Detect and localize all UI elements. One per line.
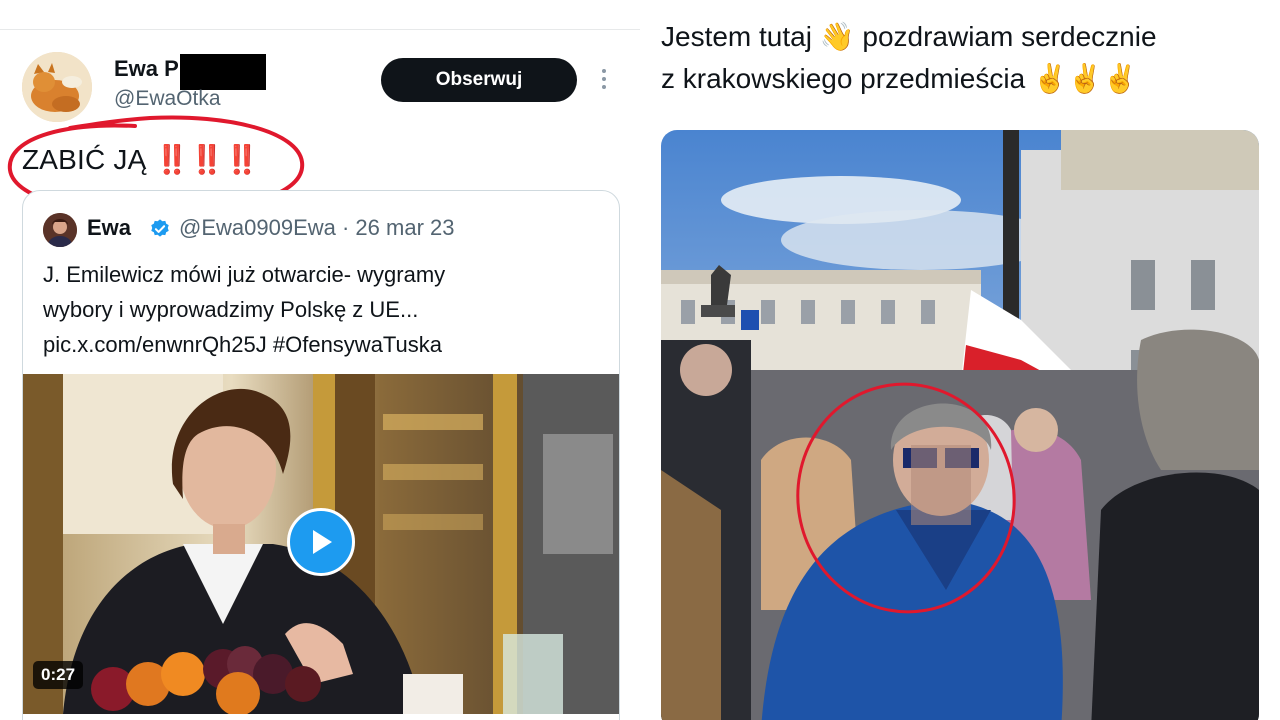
more-icon[interactable] [596,66,612,94]
quoted-text-line-1: J. Emilewicz mówi już otwarcie- wygramy [43,262,446,287]
redaction-bar [179,54,266,90]
author-name-line: Ewa P [114,54,266,90]
protest-photo-image [661,130,1259,720]
quoted-handle-date[interactable]: @Ewa0909Ewa · 26 mar 23 [179,215,454,241]
quoted-tweet-card[interactable]: Ewa @Ewa0909Ewa · 26 mar 23 J. Emilewicz… [22,190,620,720]
left-tweet-panel: Ewa P @EwaOtka Obserwuj ZABIĆ JĄ ‼️‼️‼️ … [0,0,640,720]
quoted-author-name[interactable]: Ewa [87,215,131,241]
quoted-author-avatar[interactable] [43,213,77,247]
protest-photo[interactable] [661,130,1259,720]
right-text-line-1: Jestem tutaj 👋 pozdrawiam serdecznie [661,21,1157,52]
author-avatar[interactable] [22,52,92,122]
tweet-text: ZABIĆ JĄ ‼️‼️‼️ [22,144,260,175]
play-button[interactable] [287,508,355,576]
right-tweet-panel: Jestem tutaj 👋 pozdrawiam serdecznie z k… [640,0,1280,720]
quoted-text-line-3[interactable]: pic.x.com/enwnrQh25J #OfensywaTuska [43,327,603,362]
author-display-name[interactable]: Ewa P [114,56,179,82]
follow-button[interactable]: Obserwuj [381,58,577,102]
video-thumbnail[interactable]: 0:27 [23,374,619,714]
right-tweet-text: Jestem tutaj 👋 pozdrawiam serdecznie z k… [661,16,1271,100]
author-handle[interactable]: @EwaOtka [114,87,221,111]
verified-icon [151,219,169,237]
divider [0,29,640,30]
quoted-text-line-2: wybory i wyprowadzimy Polskę z UE... [43,297,419,322]
quoted-tweet-text: J. Emilewicz mówi już otwarcie- wygramy … [43,257,603,362]
video-duration: 0:27 [33,661,84,689]
play-icon [313,530,332,554]
right-text-line-2: z krakowskiego przedmieścia ✌️✌️✌️ [661,63,1138,94]
